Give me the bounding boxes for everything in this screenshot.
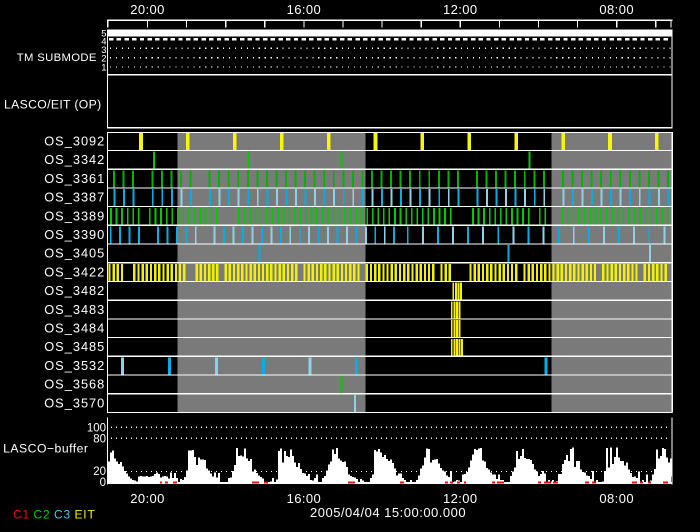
svg-text:16:00: 16:00	[287, 491, 322, 506]
svg-text:20:00: 20:00	[130, 491, 165, 506]
svg-text:OS_3405: OS_3405	[44, 246, 105, 261]
svg-text:OS_3361: OS_3361	[44, 171, 105, 186]
svg-text:C2: C2	[34, 508, 51, 522]
svg-text:0: 0	[100, 477, 106, 489]
svg-text:OS_3483: OS_3483	[44, 302, 105, 317]
svg-text:EIT: EIT	[75, 508, 96, 522]
svg-text:OS_3390: OS_3390	[44, 227, 105, 242]
svg-text:16:00: 16:00	[287, 2, 322, 17]
svg-text:1: 1	[101, 63, 106, 74]
svg-text:08:00: 08:00	[599, 2, 634, 17]
svg-text:OS_3342: OS_3342	[44, 152, 105, 167]
svg-text:OS_3532: OS_3532	[44, 358, 105, 373]
svg-text:12:00: 12:00	[443, 2, 478, 17]
svg-text:LASCO/EIT (OP): LASCO/EIT (OP)	[4, 97, 101, 111]
svg-text:LASCO−buffer: LASCO−buffer	[3, 441, 88, 455]
svg-text:OS_3570: OS_3570	[44, 395, 105, 410]
svg-text:OS_3485: OS_3485	[44, 339, 105, 354]
svg-text:12:00: 12:00	[443, 491, 478, 506]
svg-text:OS_3482: OS_3482	[44, 283, 105, 298]
svg-text:OS_3422: OS_3422	[44, 264, 105, 279]
svg-text:80: 80	[93, 433, 106, 445]
svg-text:TM SUBMODE: TM SUBMODE	[17, 52, 97, 64]
svg-text:OS_3484: OS_3484	[44, 321, 105, 336]
svg-text:2005/04/04 15:00:00.000: 2005/04/04 15:00:00.000	[310, 505, 466, 520]
svg-text:08:00: 08:00	[599, 491, 634, 506]
svg-text:C1: C1	[13, 508, 30, 522]
svg-text:C3: C3	[54, 508, 71, 522]
svg-text:OS_3387: OS_3387	[44, 190, 105, 205]
svg-text:OS_3389: OS_3389	[44, 208, 105, 223]
svg-text:OS_3568: OS_3568	[44, 377, 105, 392]
svg-text:OS_3092: OS_3092	[44, 134, 105, 149]
svg-text:20:00: 20:00	[130, 2, 165, 17]
